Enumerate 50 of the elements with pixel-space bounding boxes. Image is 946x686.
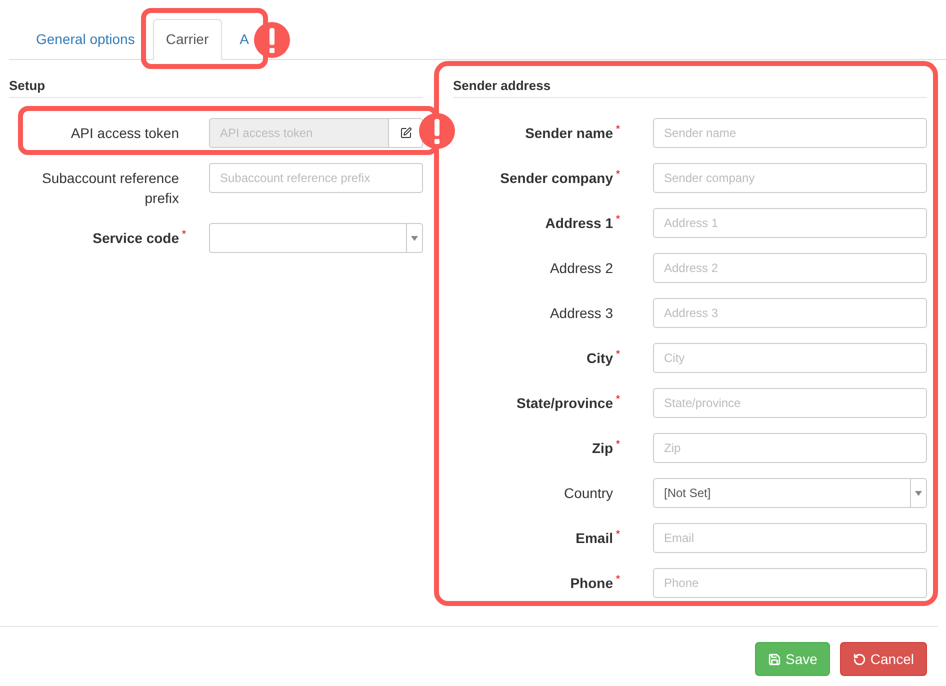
tab[interactable]: Carrier — [152, 19, 222, 60]
section-title: Sender address — [453, 77, 927, 98]
tab[interactable]: General options — [23, 19, 148, 60]
field-label: Sender name — [525, 125, 613, 141]
select-field[interactable]: [Not Set] — [653, 478, 927, 508]
select-field[interactable] — [209, 223, 423, 253]
input-field[interactable]: Address 1 — [653, 208, 927, 238]
field-label: Address 1 — [545, 215, 613, 231]
required-mark: * — [616, 123, 620, 137]
edit-icon — [400, 127, 412, 139]
input-field[interactable]: City — [653, 343, 927, 373]
required-mark: * — [616, 393, 620, 407]
required-mark: * — [182, 228, 186, 242]
input-field[interactable]: Sender company — [653, 163, 927, 193]
field-label: Email — [576, 530, 613, 546]
input-field[interactable]: Phone — [653, 568, 927, 598]
save-button[interactable]: Save — [755, 642, 830, 676]
field-label: API access token — [70, 125, 179, 141]
field-label: Address 3 — [550, 305, 613, 321]
caret-icon — [915, 490, 922, 496]
field-label: State/province — [516, 395, 613, 411]
caret-icon — [411, 236, 418, 240]
section-title: Setup — [9, 77, 423, 98]
input-field[interactable]: State/province — [653, 388, 927, 418]
field-label: Sender company — [500, 170, 613, 186]
input-field[interactable]: Sender name — [653, 118, 927, 148]
select-value: [Not Set] — [664, 485, 711, 502]
required-mark: * — [616, 348, 620, 362]
input-field[interactable]: Email — [653, 523, 927, 553]
field-label: Phone — [570, 575, 613, 591]
field-label: Zip — [592, 440, 613, 456]
required-mark: * — [616, 168, 620, 182]
input-field[interactable]: Address 3 — [653, 298, 927, 328]
field-label: Service code — [92, 230, 179, 246]
edit-button[interactable] — [389, 118, 423, 148]
cancel-button[interactable]: Cancel — [840, 642, 927, 676]
input-field[interactable]: Zip — [653, 433, 927, 463]
required-mark: * — [616, 213, 620, 227]
alert-icon — [254, 22, 290, 58]
input-field[interactable]: Address 2 — [653, 253, 927, 283]
field-label: City — [586, 350, 613, 366]
field-label: Address 2 — [550, 260, 613, 276]
tab[interactable]: A — [226, 19, 250, 60]
required-mark: * — [616, 573, 620, 587]
required-mark: * — [616, 528, 620, 542]
field-label: Country — [564, 485, 613, 501]
input-field[interactable]: Subaccount reference prefix — [209, 163, 423, 193]
undo-icon — [853, 652, 866, 666]
required-mark: * — [616, 438, 620, 452]
field-label: Subaccount reference prefix — [42, 170, 179, 206]
